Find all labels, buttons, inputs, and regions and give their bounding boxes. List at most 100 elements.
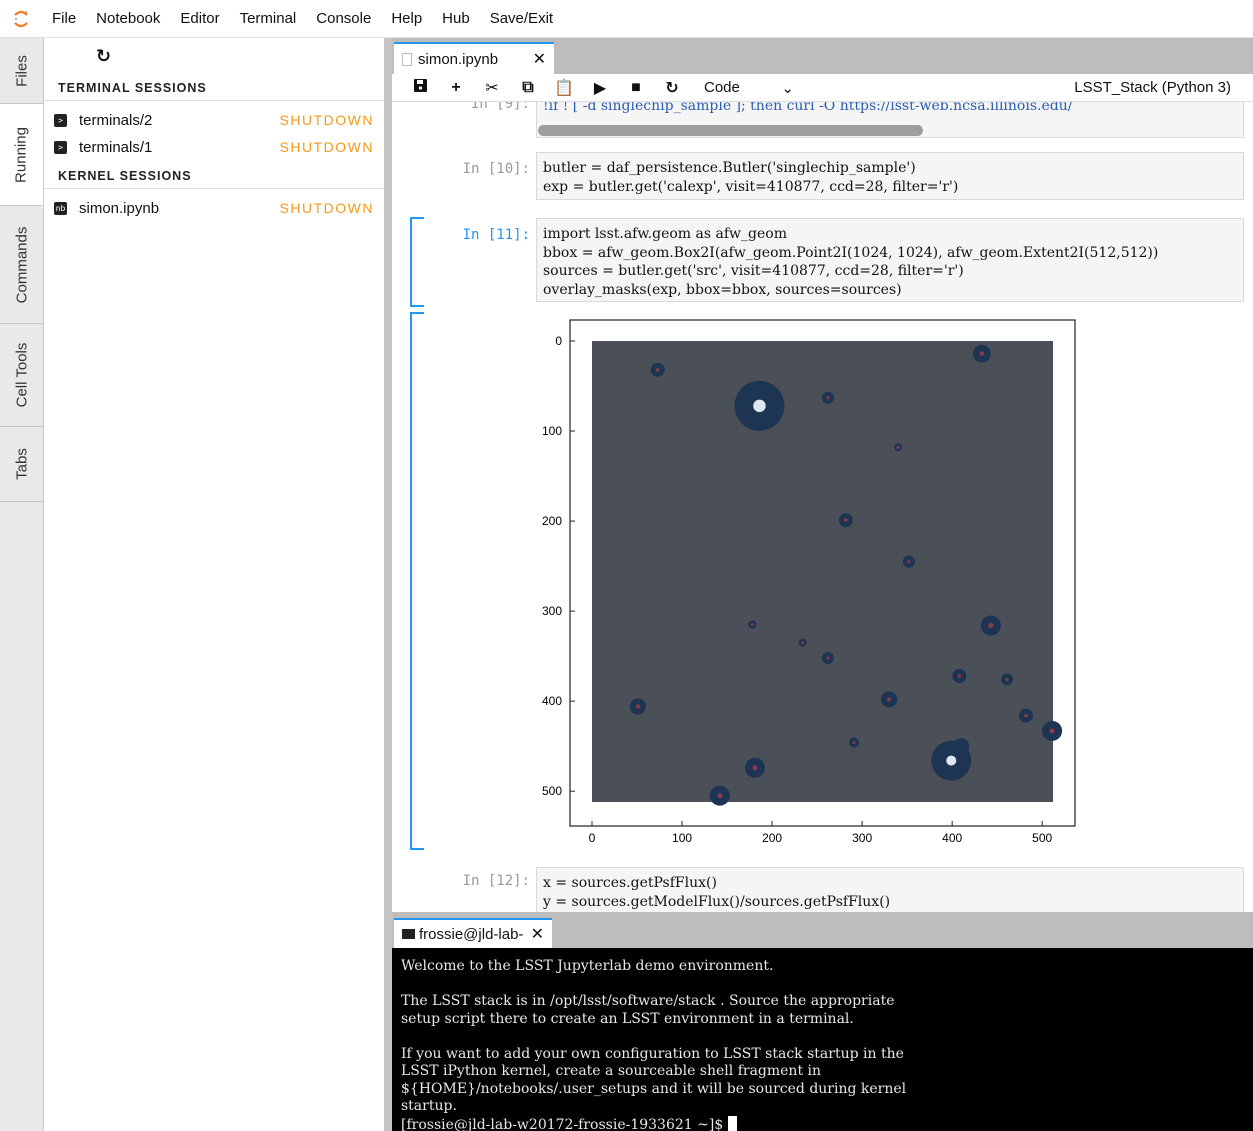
y-tick-label: 500 (542, 784, 562, 798)
output-collapser[interactable] (410, 312, 424, 850)
side-tab-commands[interactable]: Commands (0, 206, 43, 324)
code-cell[interactable]: In [11]: import lsst.afw.geom as afw_geo… (392, 218, 1253, 304)
shutdown-button[interactable]: SHUTDOWN (280, 200, 374, 216)
close-icon[interactable]: ✕ (533, 49, 546, 69)
code-cell[interactable]: In [9]: !if ! [ -d singlechip_sample ]; … (392, 102, 1253, 140)
menu-editor[interactable]: Editor (170, 0, 229, 38)
stop-icon[interactable]: ■ (618, 79, 654, 97)
menu-notebook[interactable]: Notebook (86, 0, 170, 38)
terminal-line: ${HOME}/notebooks/.user_setups and it wi… (401, 1080, 907, 1097)
y-tick-label: 300 (542, 604, 562, 618)
source-center (896, 445, 900, 449)
code-input[interactable]: butler = daf_persistence.Butler('singlec… (536, 152, 1244, 200)
terminal-line: If you want to add your own configuratio… (401, 1045, 904, 1062)
source-center (852, 741, 856, 745)
source-center (1005, 678, 1009, 682)
source-center (655, 368, 660, 372)
notebook-toolbar: + ✂ ⧉ 📋 ▶ ■ ↻ Code ⌄ LSST_Stack (Python … (392, 74, 1253, 102)
source-center (750, 623, 754, 627)
code-cell[interactable]: In [12]: x = sources.getPsfFlux() y = so… (392, 867, 1253, 912)
notebook-tab[interactable]: simon.ipynb ✕ (394, 42, 554, 74)
terminal-prompt: [frossie@jld-lab-w20172-frossie-1933621 … (401, 1116, 728, 1131)
source-center (946, 755, 957, 766)
cursor (727, 1115, 737, 1131)
refresh-icon[interactable]: ↻ (96, 46, 111, 67)
save-icon[interactable] (402, 78, 438, 97)
kernel-sessions-title: KERNEL SESSIONS (58, 169, 192, 183)
paste-icon[interactable]: 📋 (546, 78, 582, 98)
menu-console[interactable]: Console (306, 0, 381, 38)
terminal-line: setup script there to create an LSST env… (401, 1010, 854, 1027)
side-tab-running[interactable]: Running (0, 104, 43, 206)
terminal-line: Welcome to the LSST Jupyterlab demo envi… (401, 958, 774, 974)
source-center (801, 641, 805, 645)
copy-icon[interactable]: ⧉ (510, 79, 546, 97)
terminal-line: LSST iPython kernel, create a sourceable… (401, 1063, 822, 1079)
code-input[interactable]: x = sources.getPsfFlux() y = sources.get… (536, 867, 1244, 912)
document-icon (402, 52, 412, 66)
shutdown-button[interactable]: SHUTDOWN (280, 112, 374, 128)
side-tab-cell-tools[interactable]: Cell Tools (0, 324, 43, 427)
menu-terminal[interactable]: Terminal (230, 0, 307, 38)
run-icon[interactable]: ▶ (582, 78, 618, 98)
source-center (635, 704, 640, 709)
source-center (979, 351, 985, 356)
code-input[interactable]: import lsst.afw.geom as afw_geom bbox = … (536, 218, 1244, 302)
cell-type-select[interactable]: Code ⌄ (704, 79, 794, 97)
notebook-content: In [9]: !if ! [ -d singlechip_sample ]; … (392, 102, 1253, 912)
image-area (592, 341, 1053, 802)
panel-splitter[interactable] (385, 38, 392, 1131)
menu-bar: File Notebook Editor Terminal Console He… (0, 0, 1253, 38)
terminal-icon: > (54, 140, 67, 154)
terminal-session-row[interactable]: > terminals/2 SHUTDOWN (54, 108, 374, 132)
kernel-session-row[interactable]: nb simon.ipynb SHUTDOWN (54, 196, 374, 220)
source-center (957, 674, 962, 678)
source-center (826, 656, 830, 660)
menu-help[interactable]: Help (381, 0, 432, 38)
terminal-sessions-title: TERMINAL SESSIONS (58, 81, 207, 95)
x-tick-label: 400 (942, 831, 962, 845)
left-tab-strip: Files Running Commands Cell Tools Tabs (0, 38, 44, 1131)
horizontal-scrollbar[interactable] (538, 125, 923, 136)
terminal-line: The LSST stack is in /opt/lsst/software/… (401, 993, 895, 1009)
close-icon[interactable]: ✕ (531, 924, 544, 944)
jupyter-logo-icon[interactable] (0, 0, 42, 38)
side-tab-tabs[interactable]: Tabs (0, 427, 43, 502)
terminal-line: startup. (401, 1098, 457, 1114)
x-tick-label: 500 (1032, 831, 1052, 845)
y-tick-label: 200 (542, 514, 562, 528)
source-center (907, 560, 911, 564)
x-tick-label: 300 (852, 831, 872, 845)
restart-icon[interactable]: ↻ (654, 78, 690, 98)
source-center (844, 518, 848, 522)
source-center (887, 697, 892, 702)
shutdown-button[interactable]: SHUTDOWN (280, 139, 374, 155)
terminal-session-row[interactable]: > terminals/1 SHUTDOWN (54, 135, 374, 159)
terminal-output[interactable]: Welcome to the LSST Jupyterlab demo envi… (392, 948, 1253, 1131)
running-panel: ↻ TERMINAL SESSIONS > terminals/2 SHUTDO… (44, 38, 385, 1131)
kernel-name[interactable]: LSST_Stack (Python 3) (1074, 79, 1231, 96)
menu-hub[interactable]: Hub (432, 0, 480, 38)
source-center (717, 793, 723, 799)
terminal-icon (402, 929, 415, 939)
side-tab-files[interactable]: Files (0, 38, 43, 104)
chevron-down-icon: ⌄ (781, 79, 794, 97)
notebook-icon: nb (54, 201, 67, 215)
add-cell-icon[interactable]: + (438, 79, 474, 97)
source-center (1024, 713, 1028, 718)
menu-file[interactable]: File (42, 0, 86, 38)
source-center (1049, 728, 1055, 734)
y-tick-label: 100 (542, 424, 562, 438)
menu-save-exit[interactable]: Save/Exit (480, 0, 563, 38)
source-center (753, 399, 766, 413)
y-tick-label: 400 (542, 694, 562, 708)
terminal-tab[interactable]: frossie@jld-lab- ✕ (394, 918, 552, 948)
source-center (752, 765, 758, 771)
x-tick-label: 200 (762, 831, 782, 845)
terminal-tab-bar: frossie@jld-lab- ✕ (392, 912, 1253, 948)
source-center (826, 396, 830, 400)
cut-icon[interactable]: ✂ (474, 78, 510, 98)
code-cell[interactable]: In [10]: butler = daf_persistence.Butler… (392, 152, 1253, 202)
